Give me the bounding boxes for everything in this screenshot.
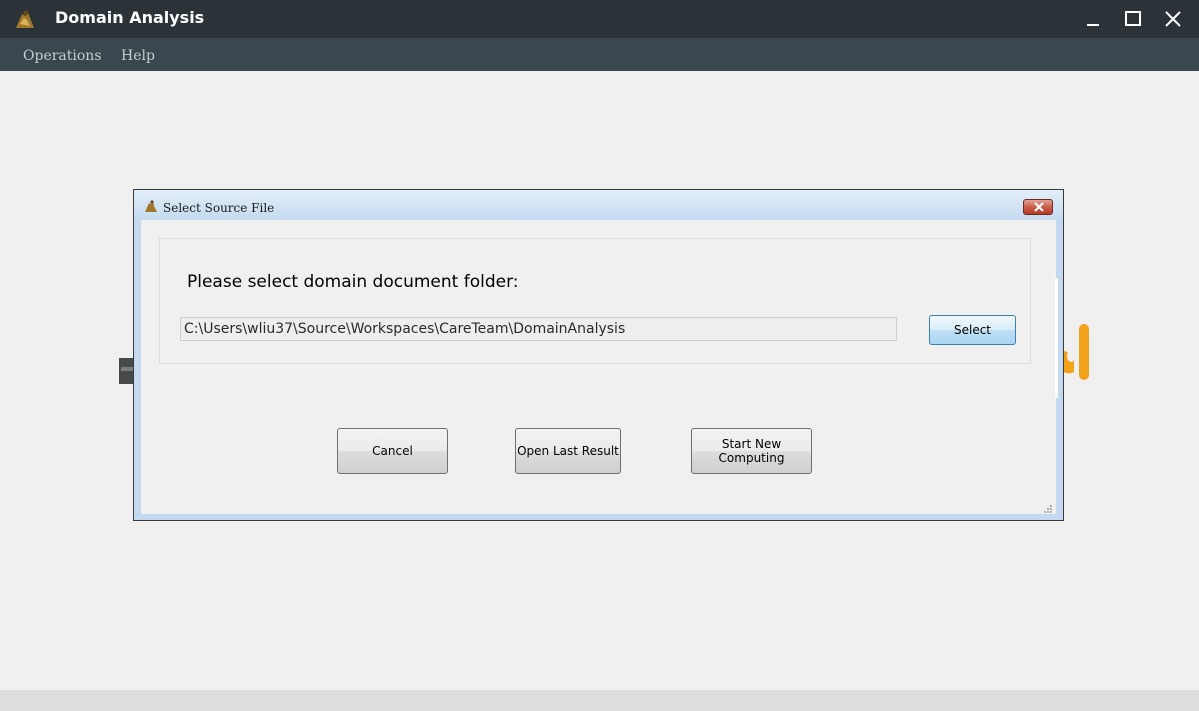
folder-groupbox: Please select domain document folder: Se…	[159, 238, 1031, 364]
select-source-dialog: Select Source File Please select domain …	[133, 189, 1064, 521]
close-icon[interactable]	[1162, 8, 1184, 30]
minimize-icon[interactable]	[1082, 8, 1104, 30]
resize-grip-icon[interactable]	[1043, 501, 1053, 513]
menu-operations[interactable]: Operations	[23, 48, 102, 64]
select-folder-button[interactable]: Select	[929, 315, 1016, 345]
background-logo-fragment	[1056, 322, 1100, 382]
start-new-computing-button[interactable]: Start New Computing	[691, 428, 812, 474]
app-logo-icon	[12, 6, 38, 32]
dialog-titlebar: Select Source File	[134, 190, 1063, 220]
window-title: Domain Analysis	[55, 8, 205, 27]
dialog-close-button[interactable]	[1023, 199, 1053, 215]
app-logo-icon	[143, 198, 159, 214]
folder-path-input[interactable]	[180, 317, 897, 341]
menu-bar: Operations Help	[0, 38, 1199, 71]
bottom-status-strip	[0, 690, 1199, 711]
maximize-icon[interactable]	[1122, 8, 1144, 30]
dialog-content: Please select domain document folder: Se…	[141, 220, 1056, 514]
open-last-result-button[interactable]: Open Last Result	[515, 428, 621, 474]
dialog-scroll-edge	[1055, 278, 1058, 398]
dialog-title: Select Source File	[163, 201, 275, 215]
menu-help[interactable]: Help	[121, 48, 155, 64]
cancel-button[interactable]: Cancel	[337, 428, 448, 474]
folder-prompt-label: Please select domain document folder:	[187, 272, 519, 292]
close-icon	[1034, 202, 1044, 212]
window-titlebar: Domain Analysis	[0, 0, 1199, 38]
